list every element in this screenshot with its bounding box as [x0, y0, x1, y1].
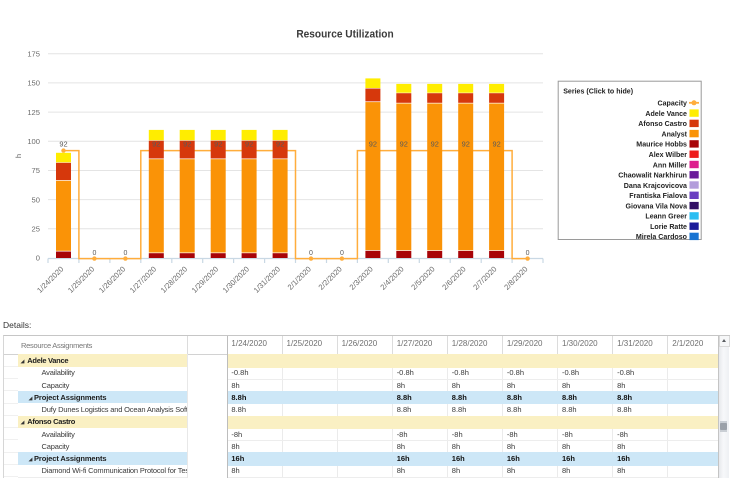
svg-text:25: 25: [32, 225, 40, 234]
svg-text:92: 92: [59, 139, 67, 148]
svg-text:Frantiska Fialova: Frantiska Fialova: [629, 191, 687, 200]
svg-text:50: 50: [32, 195, 40, 204]
svg-text:2/5/2020: 2/5/2020: [409, 265, 436, 292]
svg-text:Alex Wilber: Alex Wilber: [649, 150, 687, 159]
svg-text:Dana Krajcovicova: Dana Krajcovicova: [624, 181, 688, 190]
svg-text:100: 100: [27, 137, 40, 146]
svg-text:92: 92: [276, 139, 284, 148]
svg-text:125: 125: [27, 108, 40, 117]
svg-text:Resource Utilization: Resource Utilization: [296, 29, 394, 41]
svg-text:2/6/2020: 2/6/2020: [440, 265, 467, 292]
svg-text:Giovana Vila Nova: Giovana Vila Nova: [626, 201, 688, 210]
svg-text:92: 92: [245, 139, 253, 148]
svg-text:Capacity: Capacity: [658, 99, 688, 108]
svg-text:1/30/2020: 1/30/2020: [221, 265, 251, 295]
svg-text:1/26/2020: 1/26/2020: [97, 265, 127, 295]
svg-text:0: 0: [123, 250, 127, 257]
svg-text:Ann Miller: Ann Miller: [653, 160, 687, 169]
svg-text:1/27/2020: 1/27/2020: [128, 265, 158, 295]
svg-text:92: 92: [492, 139, 500, 148]
svg-text:92: 92: [214, 139, 222, 148]
svg-text:Series (Click to hide): Series (Click to hide): [563, 86, 633, 95]
svg-text:1/25/2020: 1/25/2020: [66, 265, 96, 295]
svg-text:Mirela Cardoso: Mirela Cardoso: [636, 232, 687, 241]
svg-text:92: 92: [400, 139, 408, 148]
svg-text:2/7/2020: 2/7/2020: [471, 265, 498, 292]
svg-text:Analyst: Analyst: [662, 129, 688, 138]
svg-text:92: 92: [431, 139, 439, 148]
svg-text:Adele Vance: Adele Vance: [645, 109, 687, 118]
svg-text:175: 175: [27, 49, 40, 58]
svg-text:1/31/2020: 1/31/2020: [252, 265, 282, 295]
svg-text:2/1/2020: 2/1/2020: [286, 265, 313, 292]
svg-text:1/24/2020: 1/24/2020: [35, 265, 65, 295]
svg-text:2/3/2020: 2/3/2020: [348, 265, 375, 292]
svg-text:0: 0: [92, 250, 96, 257]
svg-text:1/29/2020: 1/29/2020: [190, 265, 220, 295]
svg-text:0: 0: [36, 254, 40, 263]
svg-text:92: 92: [152, 139, 160, 148]
svg-text:92: 92: [369, 139, 377, 148]
svg-text:h: h: [14, 154, 23, 158]
svg-text:Leann Greer: Leann Greer: [645, 212, 687, 221]
svg-text:Chaowalit Narkhirun: Chaowalit Narkhirun: [618, 171, 687, 180]
svg-text:1/28/2020: 1/28/2020: [159, 265, 189, 295]
svg-text:2/4/2020: 2/4/2020: [378, 265, 405, 292]
svg-text:Lorie Ratte: Lorie Ratte: [650, 222, 687, 231]
svg-text:Afonso Castro: Afonso Castro: [638, 119, 687, 128]
svg-text:0: 0: [340, 250, 344, 257]
svg-text:92: 92: [462, 139, 470, 148]
svg-text:0: 0: [526, 250, 530, 257]
svg-text:2/8/2020: 2/8/2020: [502, 265, 529, 292]
svg-text:0: 0: [309, 250, 313, 257]
svg-text:Maurice Hobbs: Maurice Hobbs: [636, 140, 687, 149]
svg-text:2/2/2020: 2/2/2020: [317, 265, 344, 292]
svg-text:92: 92: [183, 139, 191, 148]
svg-text:150: 150: [27, 79, 40, 88]
svg-text:75: 75: [32, 166, 40, 175]
